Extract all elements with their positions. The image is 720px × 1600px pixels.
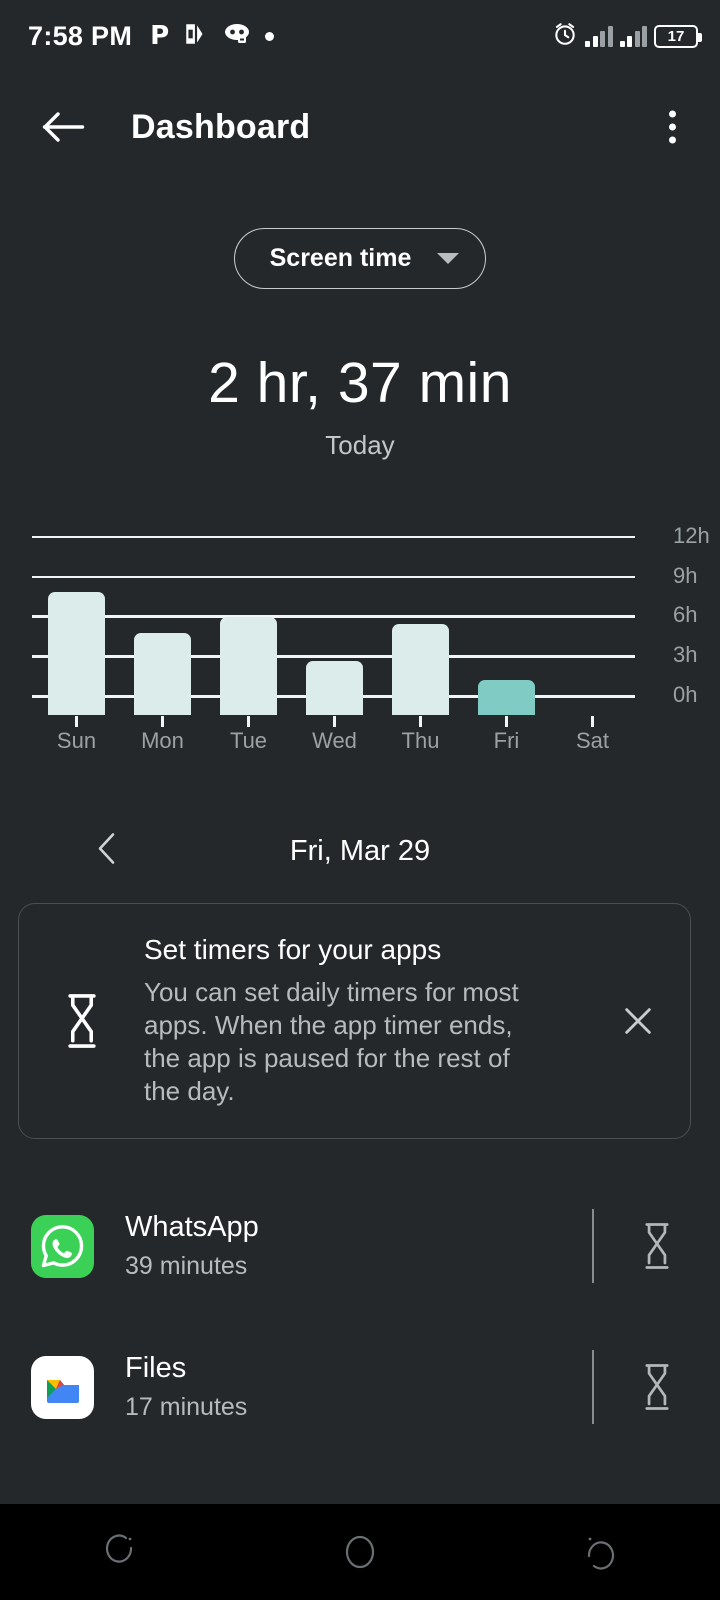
status-bar-clock: 7:58 PM bbox=[28, 20, 133, 51]
signal-bars-sim2-icon bbox=[619, 25, 647, 47]
screen-root: 7:58 PM P 17 Dashboard Screen time 2 hr,… bbox=[0, 0, 720, 1600]
chart-bar-thu[interactable] bbox=[392, 623, 449, 715]
info-card-title: Set timers for your apps bbox=[144, 933, 442, 965]
status-bar-system-icons: 17 bbox=[552, 21, 702, 52]
chevron-left-icon bbox=[98, 833, 115, 864]
app-usage-meta: WhatsApp 39 minutes bbox=[125, 1211, 592, 1281]
dot-icon bbox=[265, 31, 275, 41]
total-usage-value: 2 hr, 37 min bbox=[208, 351, 512, 415]
system-navigation-bar bbox=[0, 1504, 720, 1600]
chart-bar-tue[interactable] bbox=[220, 616, 277, 715]
set-timer-button[interactable] bbox=[594, 1221, 720, 1271]
recents-button[interactable] bbox=[0, 1532, 240, 1572]
total-usage-caption: Today bbox=[325, 429, 395, 460]
previous-day-button[interactable] bbox=[86, 822, 128, 881]
app-icon-container bbox=[0, 1214, 125, 1278]
chart-x-label-sat: Sat bbox=[575, 728, 610, 753]
info-card-body: Set timers for your apps You can set dai… bbox=[144, 934, 586, 1108]
app-usage-time: 39 minutes bbox=[125, 1252, 248, 1280]
app-usage-meta: Files 17 minutes bbox=[125, 1352, 592, 1422]
metric-selector-chip[interactable]: Screen time bbox=[233, 228, 487, 289]
metric-selector-row: Screen time bbox=[0, 228, 720, 289]
chart-x-label-thu: Thu bbox=[401, 728, 440, 753]
back-arrow-icon bbox=[42, 112, 85, 142]
info-card-text: You can set daily timers for most apps. … bbox=[144, 976, 519, 1107]
page-title: Dashboard bbox=[131, 107, 311, 146]
app-usage-row[interactable]: WhatsApp 39 minutes bbox=[0, 1184, 720, 1308]
chart-bars bbox=[32, 540, 635, 715]
whatsapp-icon bbox=[31, 1214, 94, 1278]
recents-icon bbox=[105, 1534, 133, 1563]
date-navigation: Fri, Mar 29 bbox=[0, 818, 720, 884]
info-card-close-button[interactable] bbox=[586, 1004, 690, 1038]
app-usage-time: 17 minutes bbox=[125, 1393, 248, 1421]
pushbullet-icon bbox=[183, 21, 209, 52]
total-usage-summary: 2 hr, 37 min Today bbox=[0, 351, 720, 461]
chart-gridline bbox=[32, 535, 635, 539]
discord-icon bbox=[223, 23, 251, 50]
chart-x-axis-labels: Sun Mon Tue Wed Thu Fri Sat bbox=[32, 728, 635, 758]
chart-x-tick bbox=[419, 716, 422, 727]
app-icon-container bbox=[0, 1355, 125, 1419]
chart-x-tick bbox=[505, 716, 508, 727]
chart-bar-mon[interactable] bbox=[134, 632, 191, 715]
chart-x-label-wed: Wed bbox=[312, 728, 357, 753]
battery-icon: 17 bbox=[654, 24, 702, 48]
hourglass-icon bbox=[645, 1364, 669, 1410]
app-bar: Dashboard bbox=[0, 80, 720, 174]
back-button[interactable] bbox=[26, 110, 102, 144]
chart-y-tick-label: 12h bbox=[673, 522, 710, 548]
chart-x-label-fri: Fri bbox=[493, 728, 520, 753]
chart-x-tick bbox=[247, 716, 250, 727]
chart-x-tick bbox=[161, 716, 164, 727]
set-timer-button[interactable] bbox=[594, 1362, 720, 1412]
info-card: Set timers for your apps You can set dai… bbox=[18, 903, 691, 1139]
home-icon bbox=[345, 1535, 375, 1569]
chart-bar-wed[interactable] bbox=[306, 660, 363, 715]
close-icon bbox=[625, 1008, 651, 1034]
hourglass-icon bbox=[19, 992, 144, 1050]
chart-y-tick-label: 0h bbox=[673, 682, 698, 707]
pocketcasts-icon: P bbox=[150, 21, 170, 51]
app-name: Files bbox=[125, 1352, 187, 1384]
back-icon bbox=[587, 1537, 615, 1570]
app-usage-row[interactable]: Files 17 minutes bbox=[0, 1325, 720, 1449]
chart-x-tick bbox=[75, 716, 78, 727]
chart-bar-sun[interactable] bbox=[48, 591, 105, 715]
chart-x-label-sun: Sun bbox=[56, 728, 97, 753]
battery-level-label: 17 bbox=[667, 27, 685, 45]
metric-selector-label: Screen time bbox=[269, 244, 412, 272]
chart-x-label-tue: Tue bbox=[229, 728, 268, 753]
chart-y-tick-label: 6h bbox=[673, 602, 698, 628]
alarm-icon bbox=[552, 21, 578, 52]
chart-x-tick bbox=[591, 716, 594, 727]
home-button[interactable] bbox=[240, 1530, 480, 1574]
back-button-nav[interactable] bbox=[480, 1532, 720, 1572]
hourglass-icon bbox=[645, 1223, 669, 1269]
app-name: WhatsApp bbox=[125, 1211, 259, 1243]
chart-x-label-mon: Mon bbox=[141, 728, 184, 753]
chevron-down-icon bbox=[437, 253, 460, 264]
chart-y-tick-label: 3h bbox=[673, 642, 698, 668]
chart-plot-area: 0h 3h 6h 9h 12h bbox=[32, 520, 710, 727]
usage-bar-chart[interactable]: 0h 3h 6h 9h 12h Sun Mon Tue Wed Thu Fri Sat bbox=[0, 520, 720, 760]
files-icon bbox=[31, 1355, 94, 1419]
chart-bar-fri[interactable] bbox=[478, 680, 535, 715]
status-bar: 7:58 PM P 17 bbox=[0, 0, 720, 72]
chart-y-tick-label: 9h bbox=[673, 562, 698, 588]
overflow-menu-icon[interactable] bbox=[661, 103, 684, 152]
status-bar-notification-icons: P bbox=[150, 21, 552, 52]
chart-x-tick bbox=[333, 716, 336, 727]
signal-bars-sim1-icon bbox=[585, 25, 613, 47]
